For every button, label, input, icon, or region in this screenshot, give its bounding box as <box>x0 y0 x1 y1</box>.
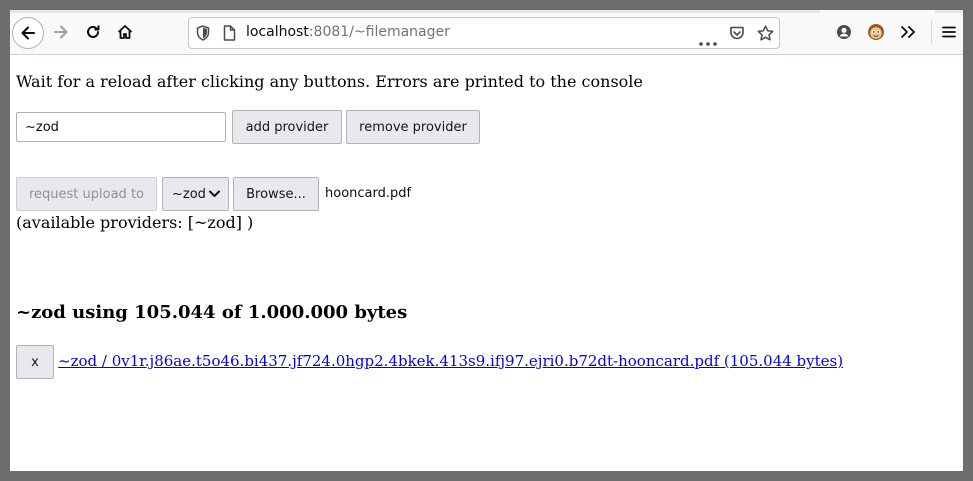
browser-window: localhost:8081/~filemanager Wait for a r… <box>10 10 963 471</box>
instructions-text: Wait for a reload after clicking any but… <box>16 72 643 91</box>
pocket-icon[interactable] <box>729 25 745 45</box>
url-host: localhost <box>246 24 309 40</box>
url-path: :8081/~filemanager <box>308 24 450 40</box>
request-upload-button[interactable]: request upload to <box>16 177 157 211</box>
reload-icon <box>84 23 102 41</box>
provider-select-value: ~zod <box>172 186 206 202</box>
more-dots-icon[interactable] <box>699 31 717 50</box>
add-provider-button[interactable]: add provider <box>232 110 342 144</box>
overflow-button[interactable] <box>892 16 924 48</box>
menu-button[interactable] <box>933 16 963 48</box>
usage-heading: ~zod using 105.044 of 1.000.000 bytes <box>16 302 408 323</box>
forward-arrow-icon <box>52 23 70 41</box>
back-arrow-icon <box>19 24 37 42</box>
tab-strip-edge-right <box>935 10 963 13</box>
home-icon <box>116 23 134 41</box>
delete-file-button[interactable]: x <box>16 345 54 379</box>
selected-file-name: hooncard.pdf <box>325 186 412 201</box>
page-icon[interactable] <box>223 25 236 45</box>
hamburger-menu-icon <box>941 25 957 39</box>
file-link[interactable]: ~zod / 0v1r.j86ae.t5o46.bi437.jf724.0hgp… <box>58 352 843 370</box>
provider-input[interactable]: ~zod <box>16 112 226 142</box>
browse-button[interactable]: Browse... <box>233 177 319 211</box>
provider-select[interactable]: ~zod <box>162 177 229 211</box>
toolbar-divider <box>931 20 932 44</box>
remove-provider-button[interactable]: remove provider <box>346 110 480 144</box>
account-button[interactable] <box>828 16 860 48</box>
back-button[interactable] <box>12 17 44 49</box>
forward-button[interactable] <box>45 16 77 48</box>
browser-toolbar: localhost:8081/~filemanager <box>10 10 963 55</box>
tab-strip-edge <box>10 10 820 13</box>
reload-button[interactable] <box>77 16 109 48</box>
extension-button[interactable] <box>860 16 892 48</box>
url-bar[interactable]: localhost:8081/~filemanager <box>188 17 780 49</box>
page-content: Wait for a reload after clicking any but… <box>10 55 963 471</box>
available-providers: (available providers: [~zod] ) <box>16 213 254 232</box>
url-text[interactable]: localhost:8081/~filemanager <box>246 24 450 40</box>
account-icon <box>836 24 852 40</box>
bookmark-star-icon[interactable] <box>757 25 774 45</box>
home-button[interactable] <box>109 16 141 48</box>
overflow-chevrons-icon <box>900 25 916 39</box>
shield-icon[interactable] <box>196 25 210 45</box>
extension-monkey-icon <box>867 23 885 41</box>
dropdown-chevron-icon <box>209 190 220 197</box>
